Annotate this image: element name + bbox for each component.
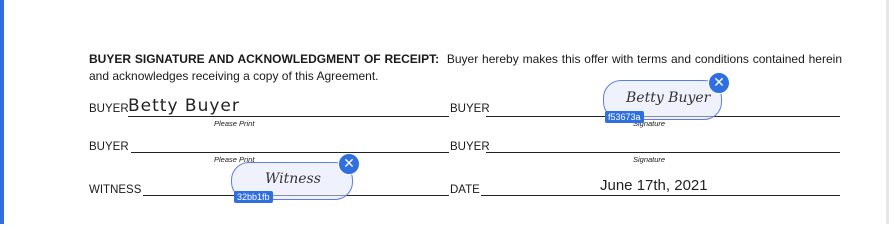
signature-caption-2: Signature: [633, 155, 666, 164]
buyer-print-line-2: [131, 152, 449, 153]
page-scrollbar[interactable]: [886, 0, 889, 224]
witness-signature-text: Witness: [265, 171, 321, 187]
close-icon[interactable]: ✕: [708, 72, 730, 94]
buyer-signature-label-1: BUYER: [450, 103, 490, 115]
buyer-signature-label-2: BUYER: [450, 141, 490, 153]
buyer-print-label-2: BUYER: [89, 141, 129, 153]
acknowledgment-heading: BUYER SIGNATURE AND ACKNOWLEDGMENT OF RE…: [89, 52, 440, 66]
buyer-print-value-1[interactable]: Betty Buyer: [128, 96, 240, 116]
left-accent-bar: [0, 0, 4, 224]
buyer-signature-id-tag: f53673a: [605, 111, 644, 123]
date-value[interactable]: June 17th, 2021: [600, 177, 708, 195]
date-line: [481, 195, 840, 196]
buyer-signature-line-2: [486, 152, 840, 153]
witness-signature-id-tag: 32bb1fb: [234, 191, 273, 203]
close-icon[interactable]: ✕: [338, 153, 360, 175]
date-label: DATE: [450, 184, 480, 196]
witness-label: WITNESS: [89, 184, 142, 196]
buyer-signature-text: Betty Buyer: [626, 90, 711, 106]
buyer-print-line-1: [128, 116, 449, 117]
please-print-caption-1: Please Print: [214, 119, 255, 128]
buyer-print-label-1: BUYER: [89, 103, 129, 115]
